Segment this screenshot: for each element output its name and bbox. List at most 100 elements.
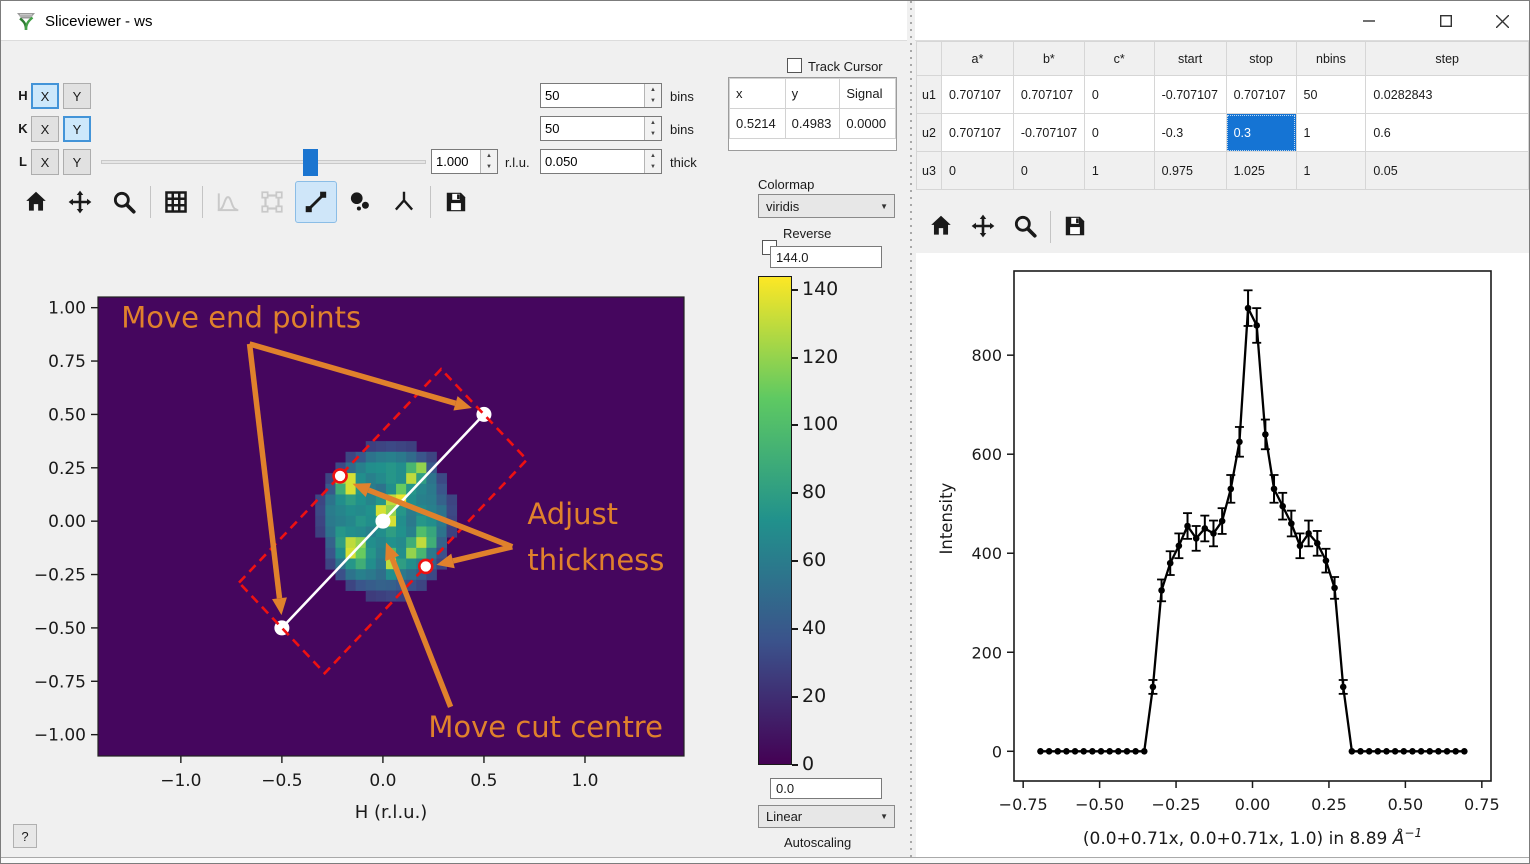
data-point-marker <box>1262 431 1269 438</box>
table-cell-u2-astar[interactable]: 0.707107 <box>941 114 1013 152</box>
heatmap-cell <box>447 494 458 505</box>
y-bins-spinbox[interactable]: ▲▼ <box>540 116 662 141</box>
heatmap-cell <box>376 548 387 559</box>
dim-l-x-button[interactable]: X <box>31 149 59 175</box>
save-tool-button[interactable] <box>1055 206 1095 246</box>
heatmap-cell <box>335 494 346 505</box>
table-cell-u1-start[interactable]: -0.707107 <box>1154 76 1226 114</box>
save-tool-button[interactable] <box>435 181 477 223</box>
data-point-marker <box>1167 560 1174 567</box>
heatmap-cell <box>426 548 437 559</box>
minimize-button[interactable] <box>1340 1 1398 41</box>
table-cell-u1-bstar[interactable]: 0.707107 <box>1013 76 1084 114</box>
table-cell-u3-stop[interactable]: 1.025 <box>1226 152 1296 190</box>
heatmap-cell <box>315 516 326 527</box>
thickness-input[interactable] <box>541 150 644 173</box>
x-bins-spin-arrows[interactable]: ▲▼ <box>644 84 661 107</box>
heatmap-cell <box>436 494 447 505</box>
table-cell-u2-step[interactable]: 0.6 <box>1366 114 1529 152</box>
dim-l-y-button[interactable]: Y <box>63 149 91 175</box>
slice-value-input[interactable] <box>432 150 480 173</box>
heatmap-cell <box>366 505 377 516</box>
data-point-marker <box>1141 748 1148 755</box>
table-cell-u3-astar[interactable]: 0 <box>941 152 1013 190</box>
table-cell-u1-nbins[interactable]: 50 <box>1296 76 1366 114</box>
table-cell-u3-start[interactable]: 0.975 <box>1154 152 1226 190</box>
thickness-spinbox[interactable]: ▲▼ <box>540 149 662 174</box>
table-cell-u2-nbins[interactable]: 1 <box>1296 114 1366 152</box>
zoom-tool-button[interactable] <box>103 181 145 223</box>
pan-tool-button[interactable] <box>59 181 101 223</box>
cut-centre-marker[interactable] <box>375 514 390 529</box>
table-cell-u2-start[interactable]: -0.3 <box>1154 114 1226 152</box>
slice-plot-canvas[interactable]: 1.000.750.500.250.00−0.25−0.50−0.75−1.00… <box>1 281 721 864</box>
colormap-dropdown[interactable]: viridis ▼ <box>758 194 895 218</box>
slice-value-spinbox[interactable]: ▲▼ <box>431 149 498 174</box>
table-cell-u1-cstar[interactable]: 0 <box>1084 76 1154 114</box>
table-cell-u2-cstar[interactable]: 0 <box>1084 114 1154 152</box>
panel-splitter[interactable] <box>907 1 915 864</box>
peaks-overlay-tool-button[interactable] <box>339 181 381 223</box>
dim-h-y-button[interactable]: Y <box>63 83 91 109</box>
table-cell-u3-cstar[interactable]: 1 <box>1084 152 1154 190</box>
help-button[interactable]: ? <box>13 824 37 848</box>
heatmap-cell <box>325 537 336 548</box>
spin-up-icon[interactable]: ▲ <box>481 150 497 162</box>
grid-tool-button[interactable] <box>155 181 197 223</box>
line-cuts-tool-button[interactable] <box>295 181 337 223</box>
table-cell-u3-nbins[interactable]: 1 <box>1296 152 1366 190</box>
scale-dropdown[interactable]: Linear ▼ <box>758 805 895 828</box>
table-cell-u2-bstar[interactable]: -0.707107 <box>1013 114 1084 152</box>
data-point-marker <box>1375 748 1382 755</box>
dim-h-x-button[interactable]: X <box>31 83 59 109</box>
spin-down-icon[interactable]: ▼ <box>481 162 497 174</box>
table-cell-u2-stop[interactable]: 0.3 <box>1226 114 1296 152</box>
spin-up-icon[interactable]: ▲ <box>645 117 661 129</box>
heatmap-cell <box>366 591 377 602</box>
spin-up-icon[interactable]: ▲ <box>645 150 661 162</box>
data-point-marker <box>1357 748 1364 755</box>
maximize-button[interactable] <box>1417 1 1475 41</box>
sliceviewer-window: Sliceviewer - ws HXYKXYLXY ▲▼ bins ▲▼ bi… <box>0 0 1530 864</box>
table-cell-u1-stop[interactable]: 0.707107 <box>1226 76 1296 114</box>
cut-plot-canvas[interactable]: 0200400600800−0.75−0.50−0.250.000.250.50… <box>916 251 1530 861</box>
home-tool-button[interactable] <box>921 206 961 246</box>
thickness-spin-arrows[interactable]: ▲▼ <box>644 150 661 173</box>
table-cell-u3-step[interactable]: 0.05 <box>1366 152 1529 190</box>
pan-tool-button[interactable] <box>963 206 1003 246</box>
colorbar-min-field[interactable]: 0.0 <box>770 778 882 799</box>
spin-down-icon[interactable]: ▼ <box>645 129 661 141</box>
thickness-handle-marker[interactable] <box>334 469 347 482</box>
grid-icon <box>163 189 189 215</box>
colorbar-tick-label: 20 <box>802 685 826 707</box>
cursor-value-cell: 0.4983 <box>785 109 840 139</box>
spin-up-icon[interactable]: ▲ <box>645 84 661 96</box>
zoom-tool-button[interactable] <box>1005 206 1045 246</box>
heatmap-cell <box>366 462 377 473</box>
data-point-marker <box>1461 748 1468 755</box>
nonaxis-cuts-tool-button[interactable] <box>383 181 425 223</box>
thickness-handle-marker[interactable] <box>419 560 432 573</box>
table-cell-u1-step[interactable]: 0.0282843 <box>1366 76 1529 114</box>
x-bins-spinbox[interactable]: ▲▼ <box>540 83 662 108</box>
slice-slider-handle[interactable] <box>303 149 318 176</box>
track-cursor-checkbox[interactable] <box>787 58 802 73</box>
heatmap-cell <box>346 516 357 527</box>
spin-down-icon[interactable]: ▼ <box>645 162 661 174</box>
slice-slider[interactable] <box>101 160 426 164</box>
dim-k-y-button[interactable]: Y <box>63 116 91 142</box>
dim-k-x-button[interactable]: X <box>31 116 59 142</box>
close-button[interactable] <box>1473 1 1530 41</box>
x-bins-input[interactable] <box>541 84 644 107</box>
y-bins-spin-arrows[interactable]: ▲▼ <box>644 117 661 140</box>
track-cursor-label: Track Cursor <box>808 59 883 74</box>
spin-down-icon[interactable]: ▼ <box>645 96 661 108</box>
y-bins-input[interactable] <box>541 117 644 140</box>
table-cell-u3-bstar[interactable]: 0 <box>1013 152 1084 190</box>
colorbar-max-field[interactable]: 144.0 <box>770 246 882 268</box>
slice-spin-arrows[interactable]: ▲▼ <box>480 150 497 173</box>
home-tool-button[interactable] <box>15 181 57 223</box>
colorbar-tick-mark <box>792 628 798 630</box>
table-cell-u1-astar[interactable]: 0.707107 <box>941 76 1013 114</box>
column-header-cstar: c* <box>1084 42 1154 76</box>
